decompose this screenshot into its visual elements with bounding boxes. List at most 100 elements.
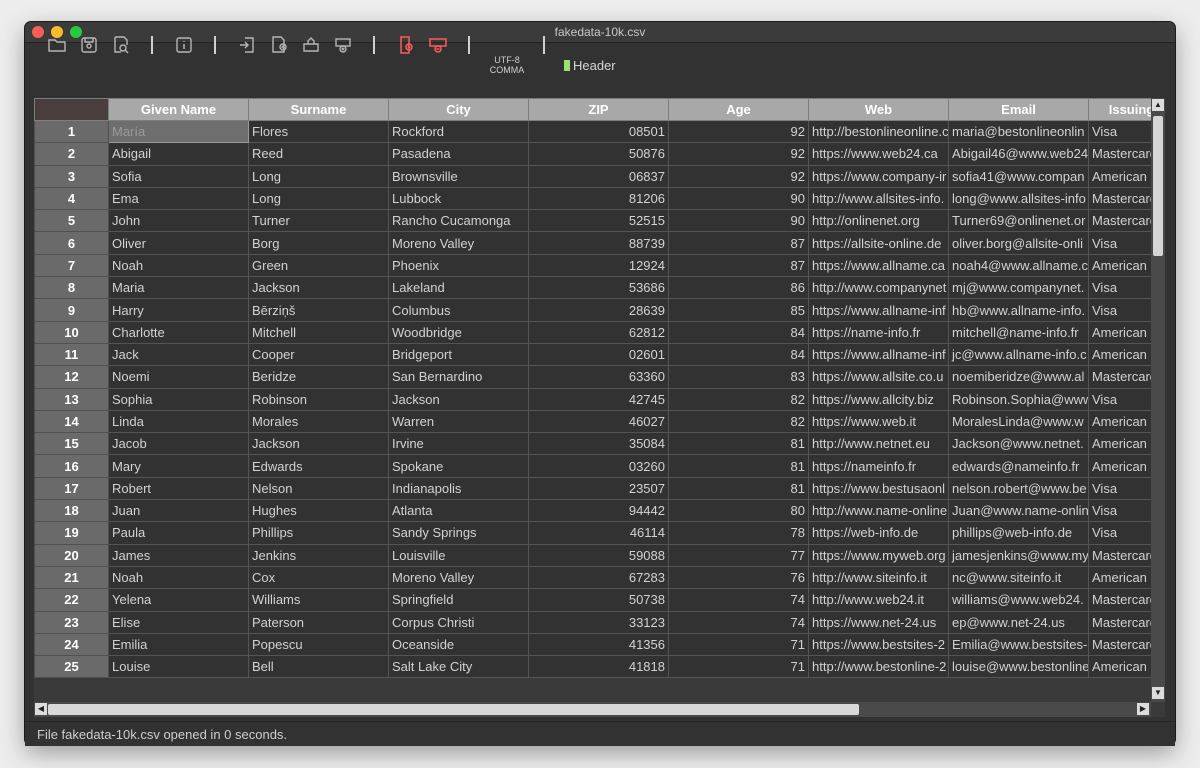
cell-surname[interactable]: Long bbox=[248, 186, 389, 211]
table-row[interactable]: 24 Emilia Popescu Oceanside 41356 71 https://w… bbox=[34, 632, 1151, 657]
row-header[interactable]: 3 bbox=[34, 164, 109, 188]
cell-city[interactable]: Woodbridge bbox=[388, 320, 529, 344]
cell-issuing[interactable]: American E bbox=[1088, 320, 1151, 344]
cell-surname[interactable]: Williams bbox=[248, 588, 389, 612]
cell-issuing[interactable]: Visa bbox=[1088, 521, 1151, 545]
add-row-icon[interactable] bbox=[333, 35, 353, 55]
cell-city[interactable]: Warren bbox=[388, 409, 529, 434]
cell-web[interactable]: http://bestonlineonline.c bbox=[808, 119, 949, 144]
cell-web[interactable]: https://web-info.de bbox=[808, 521, 949, 545]
row-header[interactable]: 24 bbox=[34, 632, 109, 657]
cell-email[interactable]: noah4@www.allname.c bbox=[948, 253, 1089, 278]
table-row[interactable]: 17 Robert Nelson Indianapolis 23507 81 https:/… bbox=[34, 476, 1151, 501]
cell-issuing[interactable]: Mastercard bbox=[1088, 610, 1151, 634]
cell-surname[interactable]: Robinson bbox=[248, 387, 389, 411]
cell-city[interactable]: Spokane bbox=[388, 454, 529, 478]
row-header[interactable]: 14 bbox=[34, 409, 109, 434]
scroll-up-arrow[interactable]: ▲ bbox=[1152, 99, 1164, 111]
cell-surname[interactable]: Green bbox=[248, 253, 389, 278]
cell-surname[interactable]: Turner bbox=[248, 209, 389, 233]
row-header[interactable]: 22 bbox=[34, 588, 109, 612]
cell-issuing[interactable]: Visa bbox=[1088, 298, 1151, 322]
cell-surname[interactable]: Edwards bbox=[248, 454, 389, 478]
table-row[interactable]: 23 Elise Paterson Corpus Christi 33123 74 http… bbox=[34, 610, 1151, 634]
save-icon[interactable] bbox=[79, 35, 99, 55]
corner-cell[interactable] bbox=[34, 98, 109, 121]
cell-issuing[interactable]: American E bbox=[1088, 655, 1151, 679]
cell-zip[interactable]: 12924 bbox=[528, 253, 669, 278]
cell-age[interactable]: 71 bbox=[668, 655, 809, 679]
cell-surname[interactable]: Phillips bbox=[248, 521, 389, 545]
add-column-icon[interactable] bbox=[269, 35, 289, 55]
cell-web[interactable]: https://www.allname-inf bbox=[808, 298, 949, 322]
row-header[interactable]: 19 bbox=[34, 521, 109, 545]
column-header[interactable]: Surname bbox=[248, 98, 389, 121]
cell-zip[interactable]: 35084 bbox=[528, 432, 669, 456]
cell-issuing[interactable]: Mastercard bbox=[1088, 543, 1151, 567]
cell-city[interactable]: Rockford bbox=[388, 119, 529, 144]
cell-issuing[interactable]: American E bbox=[1088, 454, 1151, 478]
cell-given[interactable]: Abigail bbox=[108, 142, 249, 166]
cell-web[interactable]: http://onlinenet.org bbox=[808, 209, 949, 233]
column-header[interactable]: Email bbox=[948, 98, 1089, 121]
cell-email[interactable]: Abigail46@www.web24 bbox=[948, 142, 1089, 166]
cell-email[interactable]: phillips@web-info.de bbox=[948, 521, 1089, 545]
cell-zip[interactable]: 28639 bbox=[528, 298, 669, 322]
cell-surname[interactable]: Jenkins bbox=[248, 543, 389, 567]
folder-open-icon[interactable] bbox=[47, 35, 67, 55]
cell-given[interactable]: Robert bbox=[108, 476, 249, 501]
scroll-down-arrow[interactable]: ▼ bbox=[1152, 687, 1164, 699]
cell-city[interactable]: Moreno Valley bbox=[388, 231, 529, 255]
table-row[interactable]: 9 Harry Bērziņš Columbus 28639 85 https://www.… bbox=[34, 298, 1151, 322]
table-row[interactable]: 4 Ema Long Lubbock 81206 90 http://www.allsite… bbox=[34, 186, 1151, 211]
table-row[interactable]: 16 Mary Edwards Spokane 03260 81 https://namei… bbox=[34, 454, 1151, 478]
cell-issuing[interactable]: Visa bbox=[1088, 499, 1151, 523]
cell-given[interactable]: Sofia bbox=[108, 164, 249, 188]
cell-zip[interactable]: 52515 bbox=[528, 209, 669, 233]
cell-given[interactable]: Yelena bbox=[108, 588, 249, 612]
row-header[interactable]: 13 bbox=[34, 387, 109, 411]
column-header[interactable]: Age bbox=[668, 98, 809, 121]
cell-email[interactable]: williams@www.web24. bbox=[948, 588, 1089, 612]
cell-zip[interactable]: 02601 bbox=[528, 342, 669, 367]
table-row[interactable]: 15 Jacob Jackson Irvine 35084 81 http://www.ne… bbox=[34, 432, 1151, 456]
vertical-scroll-thumb[interactable] bbox=[1153, 116, 1163, 256]
search-file-icon[interactable] bbox=[111, 35, 131, 55]
cell-web[interactable]: https://www.myweb.org bbox=[808, 543, 949, 567]
table-row[interactable]: 6 Oliver Borg Moreno Valley 88739 87 https://a… bbox=[34, 231, 1151, 255]
cell-surname[interactable]: Borg bbox=[248, 231, 389, 255]
cell-issuing[interactable]: Mastercard bbox=[1088, 365, 1151, 389]
cell-city[interactable]: Bridgeport bbox=[388, 342, 529, 367]
cell-given[interactable]: Oliver bbox=[108, 231, 249, 255]
cell-issuing[interactable]: Visa bbox=[1088, 476, 1151, 501]
cell-city[interactable]: Irvine bbox=[388, 432, 529, 456]
cell-zip[interactable]: 62812 bbox=[528, 320, 669, 344]
row-header[interactable]: 17 bbox=[34, 476, 109, 501]
cell-web[interactable]: http://www.allsites-info. bbox=[808, 186, 949, 211]
cell-age[interactable]: 90 bbox=[668, 209, 809, 233]
cell-zip[interactable]: 46114 bbox=[528, 521, 669, 545]
column-header[interactable]: City bbox=[388, 98, 529, 121]
cell-surname[interactable]: Beridze bbox=[248, 365, 389, 389]
cell-surname[interactable]: Mitchell bbox=[248, 320, 389, 344]
row-header[interactable]: 11 bbox=[34, 342, 109, 367]
table-row[interactable]: 12 Noemi Beridze San Bernardino 63360 83 https… bbox=[34, 365, 1151, 389]
cell-email[interactable]: edwards@nameinfo.fr bbox=[948, 454, 1089, 478]
cell-issuing[interactable]: Mastercard bbox=[1088, 186, 1151, 211]
cell-issuing[interactable]: American E bbox=[1088, 342, 1151, 367]
cell-zip[interactable]: 59088 bbox=[528, 543, 669, 567]
cell-given[interactable]: Harry bbox=[108, 298, 249, 322]
table-row[interactable]: 10 Charlotte Mitchell Woodbridge 62812 84 http… bbox=[34, 320, 1151, 344]
table-row[interactable]: 14 Linda Morales Warren 46027 82 https://www.w… bbox=[34, 409, 1151, 434]
cell-email[interactable]: nelson.robert@www.be bbox=[948, 476, 1089, 501]
cell-given[interactable]: Noah bbox=[108, 253, 249, 278]
cell-email[interactable]: mitchell@name-info.fr bbox=[948, 320, 1089, 344]
cell-email[interactable]: Robinson.Sophia@www bbox=[948, 387, 1089, 411]
table-row[interactable]: 19 Paula Phillips Sandy Springs 46114 78 https… bbox=[34, 521, 1151, 545]
cell-given[interactable]: James bbox=[108, 543, 249, 567]
row-header[interactable]: 10 bbox=[34, 320, 109, 344]
title-bar[interactable]: fakedata-10k.csv bbox=[25, 22, 1175, 43]
cell-city[interactable]: Corpus Christi bbox=[388, 610, 529, 634]
row-header[interactable]: 23 bbox=[34, 610, 109, 634]
cell-email[interactable]: MoralesLinda@www.w bbox=[948, 409, 1089, 434]
